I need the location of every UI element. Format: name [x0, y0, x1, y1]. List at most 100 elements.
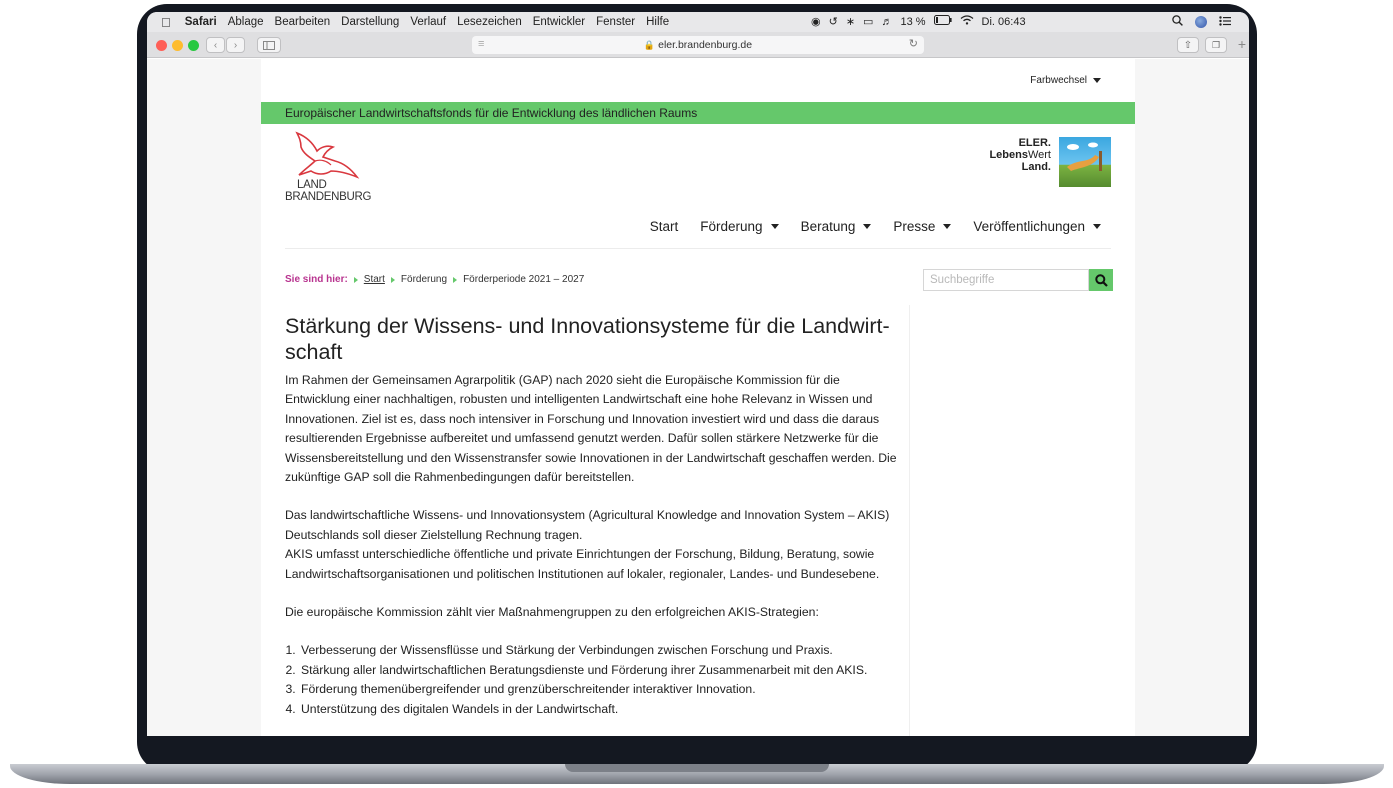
menu-ablage[interactable]: Ablage	[228, 16, 264, 28]
caret-down-icon	[770, 224, 779, 229]
siri-icon[interactable]	[1195, 16, 1207, 28]
akis-measures-list: Verbesserung der Wissensflüsse und Stärk…	[285, 641, 901, 719]
sidebar-toggle-button[interactable]	[257, 37, 281, 53]
search-form	[923, 269, 1113, 291]
caret-down-icon	[1093, 78, 1101, 83]
reload-icon[interactable]: ↻	[909, 37, 918, 50]
triangle-right-icon	[390, 276, 395, 283]
breadcrumb-start[interactable]: Start	[364, 274, 385, 285]
zoom-window-button[interactable]	[188, 40, 199, 51]
eler-logo-text: ELER. LebensWert Land.	[989, 137, 1051, 173]
screen-mirroring-icon[interactable]: ◉	[811, 15, 821, 28]
reader-icon[interactable]: ≡	[478, 38, 484, 50]
breadcrumb-current: Förderperiode 2021 – 2027	[463, 274, 585, 285]
article-title: Stärkung der Wissens- und Innovationsyst…	[285, 313, 901, 365]
eler-line-2-bold: Lebens	[989, 149, 1028, 161]
menu-entwickler[interactable]: Entwickler	[533, 16, 585, 28]
new-tab-button[interactable]: +	[1238, 36, 1246, 52]
page-container: Farbwechsel Europäischer Landwirtschafts…	[261, 59, 1135, 736]
menu-fenster[interactable]: Fenster	[596, 16, 635, 28]
main-navigation: Start Förderung Beratung Presse Veröffen…	[650, 219, 1101, 234]
list-item: Stärkung aller landwirtschaftlichen Bera…	[299, 661, 901, 680]
nav-foerderung[interactable]: Förderung	[700, 219, 779, 234]
macos-menubar:  Safari Ablage Bearbeiten Darstellung V…	[147, 12, 1249, 32]
menu-safari[interactable]: Safari	[185, 16, 217, 28]
lock-icon: 🔒	[643, 39, 656, 50]
forward-button[interactable]: ›	[226, 37, 245, 53]
caret-down-icon	[863, 224, 872, 229]
airplay-icon[interactable]: ▭	[863, 15, 873, 28]
page-background-left	[147, 59, 261, 736]
search-icon	[1094, 273, 1108, 287]
share-button[interactable]: ⇧	[1177, 37, 1199, 53]
wifi-icon[interactable]	[960, 15, 974, 28]
laptop-notch	[565, 764, 829, 772]
search-input[interactable]	[923, 269, 1089, 291]
nav-beratung[interactable]: Beratung	[801, 219, 872, 234]
sidebar-divider	[909, 305, 910, 736]
triangle-right-icon	[453, 276, 458, 283]
tabs-icon: ❐	[1211, 39, 1221, 50]
article-paragraph-2b: AKIS umfasst unterschiedliche öffentlich…	[285, 547, 880, 581]
close-window-button[interactable]	[156, 40, 167, 51]
eagle-icon	[295, 131, 360, 179]
sidebar-icon	[263, 40, 275, 50]
nav-start[interactable]: Start	[650, 219, 679, 234]
nav-veroeffentlichungen[interactable]: Veröffentlichungen	[973, 219, 1101, 234]
tabs-overview-button[interactable]: ❐	[1205, 37, 1227, 53]
article: Stärkung der Wissens- und Innovationsyst…	[285, 313, 901, 719]
triangle-right-icon	[353, 276, 358, 283]
search-button[interactable]	[1089, 269, 1113, 291]
spotlight-icon[interactable]	[1172, 15, 1183, 29]
screen:  Safari Ablage Bearbeiten Darstellung V…	[147, 12, 1249, 736]
list-item: Unterstützung des digitalen Wandels in d…	[299, 700, 901, 719]
page-background-right	[1135, 59, 1249, 736]
eler-logo[interactable]: ELER. LebensWert Land.	[989, 137, 1111, 187]
status-right	[1172, 15, 1231, 29]
menu-hilfe[interactable]: Hilfe	[646, 16, 669, 28]
back-button[interactable]: ‹	[206, 37, 225, 53]
caret-down-icon	[943, 224, 952, 229]
nav-foerderung-label: Förderung	[700, 219, 763, 234]
apple-menu-icon[interactable]: 	[161, 15, 171, 30]
chevron-left-icon: ‹	[213, 39, 218, 51]
nav-presse-label: Presse	[893, 219, 936, 234]
farbwechsel-label: Farbwechsel	[1030, 75, 1087, 86]
menu-verlauf[interactable]: Verlauf	[410, 16, 446, 28]
menu-darstellung[interactable]: Darstellung	[341, 16, 399, 28]
volume-icon[interactable]: ♬	[881, 16, 892, 28]
address-bar[interactable]: ≡ 🔒 eler.brandenburg.de ↻	[472, 36, 924, 54]
breadcrumb-label: Sie sind hier:	[285, 274, 348, 285]
notification-center-icon[interactable]	[1219, 15, 1231, 29]
safari-toolbar: ‹ › ≡ 🔒 eler.brandenburg.de ↻ ⇧ ❐ +	[147, 32, 1249, 58]
caret-down-icon	[1093, 224, 1101, 229]
land-brandenburg-logo[interactable]: LAND BRANDENBURG	[283, 131, 383, 205]
time-machine-icon[interactable]: ↺	[829, 15, 838, 28]
article-title-line-2: schaft	[285, 340, 343, 364]
minimize-window-button[interactable]	[172, 40, 183, 51]
status-area: ◉ ↺ ∗ ▭ ♬ 13 % Di. 06:43	[811, 15, 1026, 28]
list-item: Förderung themenübergreifender und grenz…	[299, 680, 901, 699]
clock[interactable]: Di. 06:43	[982, 16, 1026, 28]
eler-landscape-image	[1059, 137, 1111, 187]
nav-beratung-label: Beratung	[800, 219, 856, 234]
battery-icon[interactable]	[933, 15, 952, 28]
eler-line-2-rest: Wert	[1027, 149, 1051, 161]
nav-veroeffentlichungen-label: Veröffentlichungen	[973, 219, 1085, 234]
nav-presse[interactable]: Presse	[893, 219, 952, 234]
logo-text-land: LAND	[297, 179, 327, 191]
menu-lesezeichen[interactable]: Lesezeichen	[457, 16, 522, 28]
breadcrumb-foerderung: Förderung	[400, 274, 448, 285]
menu-bearbeiten[interactable]: Bearbeiten	[275, 16, 331, 28]
webpage: Farbwechsel Europäischer Landwirtschafts…	[147, 59, 1249, 736]
battery-percent: 13 %	[900, 15, 926, 28]
chevron-right-icon: ›	[233, 39, 238, 51]
nav-divider	[285, 248, 1111, 249]
farbwechsel-dropdown[interactable]: Farbwechsel	[1030, 75, 1101, 86]
bluetooth-icon[interactable]: ∗	[846, 15, 855, 28]
article-paragraph-1: Im Rahmen der Gemeinsamen Agrarpolitik (…	[285, 373, 897, 485]
site-banner: Europäischer Landwirtschaftsfonds für di…	[261, 102, 1135, 124]
share-icon: ⇧	[1183, 39, 1193, 51]
eler-line-3: Land.	[1021, 161, 1051, 173]
article-paragraph-3: Die europäische Kommission zählt vier Ma…	[285, 605, 819, 620]
